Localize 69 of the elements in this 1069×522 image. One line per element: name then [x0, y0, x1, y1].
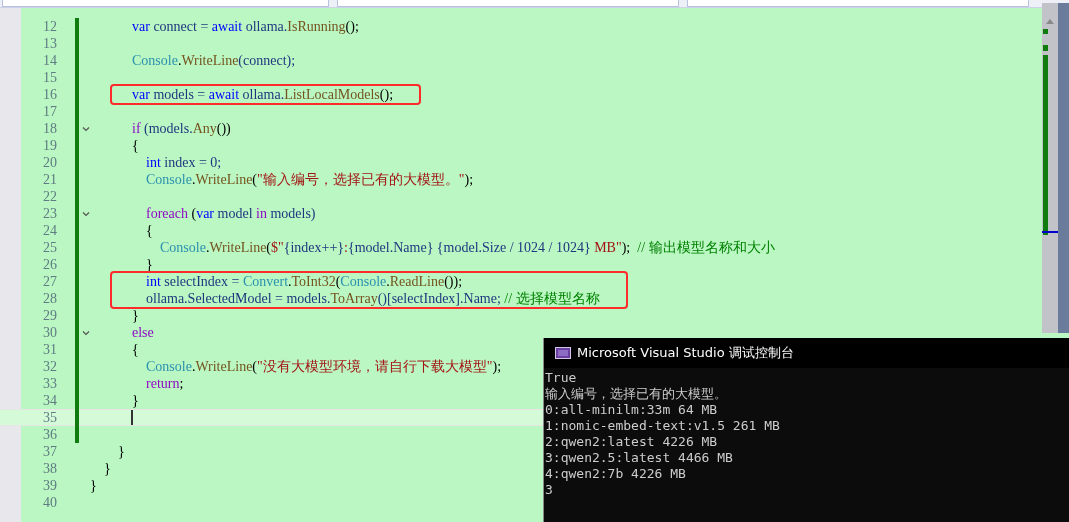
line-number: 26: [42, 256, 57, 273]
line-number: 32: [42, 358, 57, 375]
line-number: 38: [42, 460, 57, 477]
line-number: 17: [42, 103, 57, 120]
code-line: var connect = await ollama.IsRunning();: [131, 18, 359, 35]
code-line: }: [131, 392, 139, 409]
line-number: 31: [42, 341, 57, 358]
console-output-line: 1:nomic-embed-text:v1.5 261 MB: [545, 418, 781, 434]
line-number: 30: [42, 324, 57, 341]
code-line: Console.WriteLine($"{index++}:{model.Name} {model.Size / 1024 / 1024} MB"); // 输出模型名称和大小: [159, 238, 775, 257]
line-number: 19: [42, 137, 57, 154]
code-line: Console.WriteLine(connect);: [131, 52, 296, 69]
line-number: 20: [42, 154, 57, 171]
line-number: 35: [42, 409, 57, 426]
code-line: {: [145, 222, 153, 239]
scroll-up-icon[interactable]: [1045, 17, 1055, 25]
line-number: 21: [42, 171, 57, 188]
code-line: ollama.SelectedModel = models.ToArray()[selectIndex].Name; // 选择模型名称: [145, 289, 600, 308]
code-line: }: [103, 460, 111, 477]
caret-position-marker: [1042, 231, 1058, 233]
console-output-line: 2:qwen2:latest 4226 MB: [545, 434, 719, 450]
code-line: int selectIndex = Convert.ToInt32(Console.ReadLine());: [145, 273, 463, 290]
line-number: 29: [42, 307, 57, 324]
line-number: 39: [42, 477, 57, 494]
line-number: 16: [42, 86, 57, 103]
line-number: 23: [42, 205, 57, 222]
code-line: Console.WriteLine("没有大模型环境，请自行下载大模型");: [145, 357, 502, 376]
code-line: foreach (var model in models): [145, 205, 316, 222]
line-number: 40: [42, 494, 57, 511]
line-number: 28: [42, 290, 57, 307]
line-number: 33: [42, 375, 57, 392]
code-line: return;: [145, 375, 184, 392]
line-number: 22: [42, 188, 57, 205]
code-line: {: [131, 137, 139, 154]
scrollbar[interactable]: [1042, 3, 1058, 333]
line-number: 24: [42, 222, 57, 239]
window-title: Microsoft Visual Studio 调试控制台: [577, 344, 794, 362]
line-number: 12: [42, 18, 57, 35]
collapse-chevron-icon[interactable]: [81, 209, 91, 219]
collapse-chevron-icon[interactable]: [81, 328, 91, 338]
console-output-line: 3:qwen2.5:latest 4466 MB: [545, 450, 734, 466]
change-marker: [1043, 45, 1048, 51]
code-line: Console.WriteLine("输入编号，选择已有的大模型。");: [145, 170, 474, 189]
line-number: 14: [42, 52, 57, 69]
code-line: else: [131, 324, 154, 341]
console-output-line: 0:all-minilm:33m 64 MB: [545, 402, 719, 418]
collapse-chevron-icon[interactable]: [81, 124, 91, 134]
code-line: }: [90, 477, 97, 494]
console-output-line: True: [545, 370, 578, 386]
line-number: 36: [42, 426, 57, 443]
console-app-icon: [555, 347, 571, 359]
console-output-line: 输入编号，选择已有的大模型。: [545, 386, 728, 402]
console-output-line: 4:qwen2:7b 4226 MB: [545, 466, 687, 482]
line-number: 27: [42, 273, 57, 290]
code-line: }: [131, 307, 139, 324]
line-number: 25: [42, 239, 57, 256]
line-number: 18: [42, 120, 57, 137]
code-line: int index = 0;: [145, 154, 222, 171]
code-line: }: [117, 443, 125, 460]
line-number: 13: [42, 35, 57, 52]
code-line: if (models.Any()): [131, 120, 231, 137]
line-number: 34: [42, 392, 57, 409]
line-number: 15: [42, 69, 57, 86]
text-cursor: [131, 410, 133, 425]
code-line: var models = await ollama.ListLocalModels();: [131, 86, 394, 103]
console-output-line: 3: [545, 482, 554, 498]
line-number: 37: [42, 443, 57, 460]
code-line: {: [131, 341, 139, 358]
change-marker: [1043, 29, 1048, 34]
